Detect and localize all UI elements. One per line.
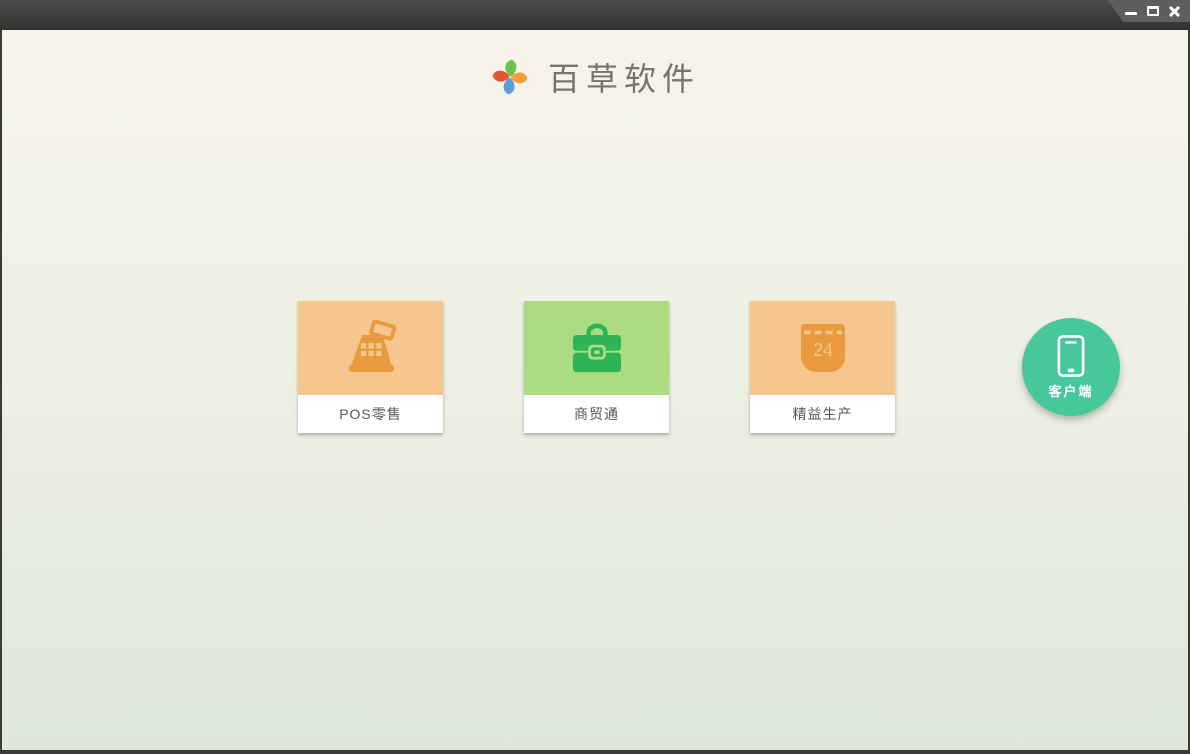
- smartphone-icon: [1057, 335, 1085, 377]
- card-lean-production[interactable]: 24 精益生产: [750, 301, 895, 433]
- main-content: 百草软件 POS零售 商贸通 24 精益生产 客户端: [2, 30, 1188, 750]
- calendar-day-number: 24: [812, 340, 832, 360]
- window-controls: [1108, 0, 1190, 22]
- client-button-label: 客户端: [1048, 384, 1094, 399]
- card-trade-label: 商贸通: [524, 395, 669, 433]
- app-name: 百草软件: [547, 61, 700, 97]
- calendar-icon: 24: [800, 324, 845, 372]
- card-trade-tile: [524, 301, 669, 395]
- card-pos-retail-tile: [298, 301, 443, 395]
- card-lean-production-tile: 24: [750, 301, 895, 395]
- minimize-icon[interactable]: [1123, 3, 1138, 19]
- maximize-icon[interactable]: [1145, 3, 1160, 19]
- title-bar[interactable]: [0, 0, 1190, 30]
- app-logo: 百草软件: [2, 54, 1188, 100]
- card-pos-retail[interactable]: POS零售: [298, 301, 443, 433]
- cash-register-icon: [348, 319, 396, 373]
- client-button[interactable]: 客户端: [1022, 318, 1120, 416]
- card-lean-production-label: 精益生产: [750, 395, 895, 433]
- pinwheel-icon: [492, 59, 528, 95]
- card-trade[interactable]: 商贸通: [524, 301, 669, 433]
- close-icon[interactable]: [1167, 3, 1182, 19]
- briefcase-icon: [572, 323, 621, 373]
- card-pos-retail-label: POS零售: [298, 395, 443, 433]
